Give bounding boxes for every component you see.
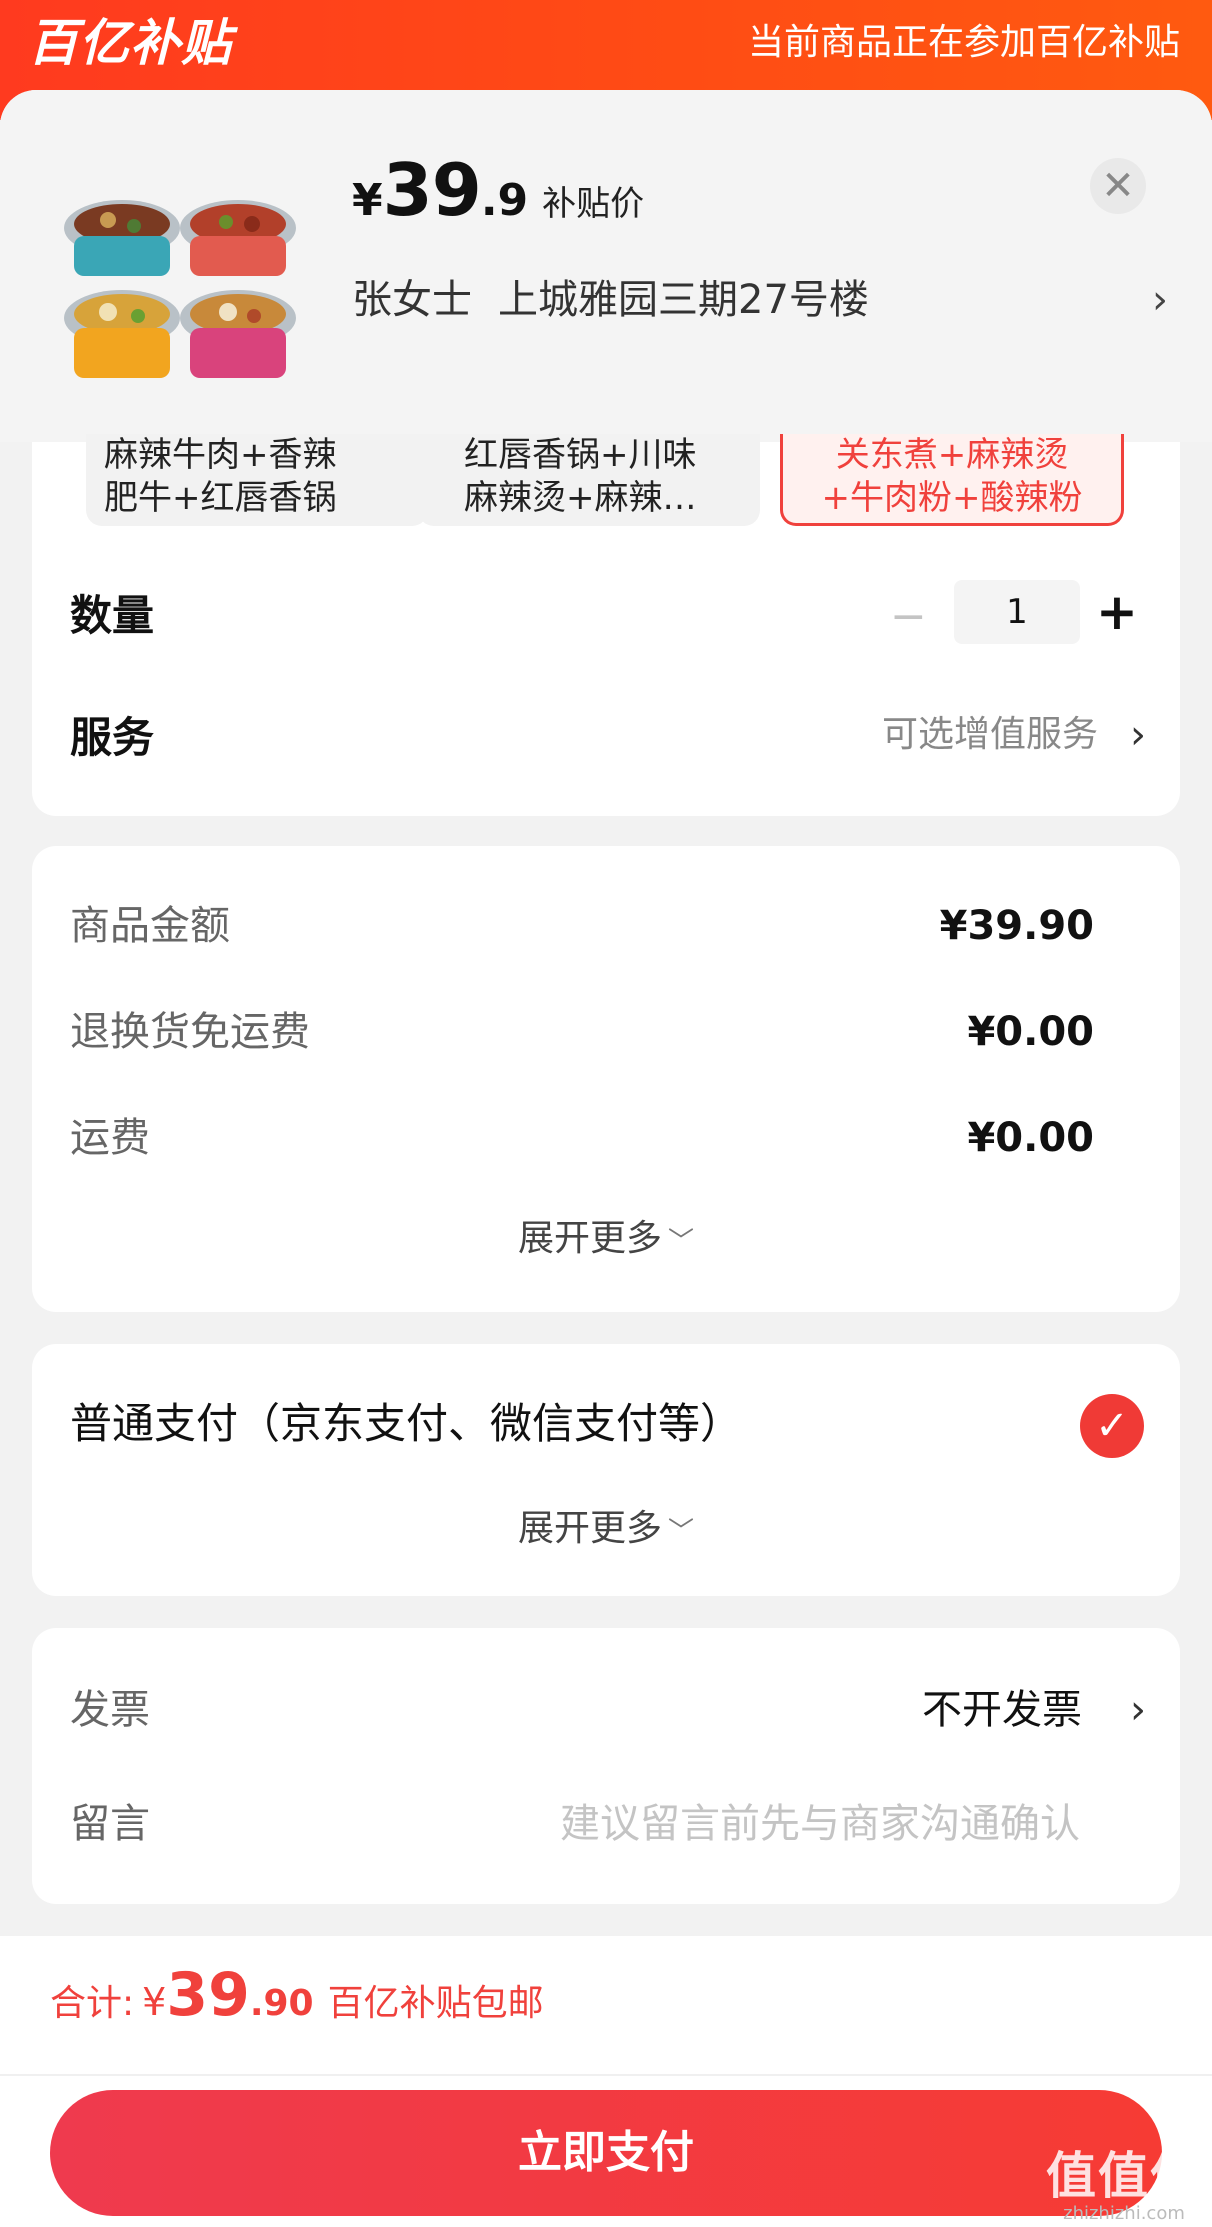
minus-icon[interactable]: − [890,592,927,642]
invoice-label: 发票 [70,1687,150,1733]
divider [0,2074,1212,2076]
message-label: 留言 [70,1801,150,1847]
amount-label: 退换货免运费 [70,1009,310,1055]
variant-text: 红唇香锅+川味 [464,435,697,475]
invoice-card: 发票 不开发票 › 留言 建议留言前先与商家沟通确认 [32,1628,1180,1904]
payment-method-label[interactable]: 普通支付（京东支付、微信支付等） [70,1394,742,1454]
subsidy-logo: 百亿补贴 [28,14,232,72]
total-symbol: ¥ [142,1980,167,2024]
bowl-1 [64,200,180,276]
total-decimal: .90 [249,1983,314,2024]
price-decimal: .9 [480,175,529,226]
expand-more-label: 展开更多 [517,1218,662,1259]
variant-option[interactable]: 红唇香锅+川味 麻辣烫+麻辣… [418,434,760,526]
total-label: 合计: [50,1983,135,2024]
total-integer: 39 [166,1960,250,2030]
chevron-right-icon[interactable]: › [1130,1682,1146,1738]
amount-value: ¥0.00 [967,1009,1094,1055]
expand-more-button[interactable]: 展开更多 ﹀ [32,1504,1180,1557]
plus-icon[interactable]: + [1096,584,1138,640]
chevron-right-icon[interactable]: › [1152,272,1168,328]
price-tag: 补贴价 [542,184,645,224]
amount-value: ¥0.00 [967,1115,1094,1161]
variant-option-selected[interactable]: 关东煮+麻辣烫 +牛肉粉+酸辣粉 [780,434,1124,526]
amount-value: ¥39.90 [939,903,1094,949]
options-card: 麻辣牛肉+香辣 肥牛+红唇香锅 红唇香锅+川味 麻辣烫+麻辣… 关东煮+麻辣烫 … [32,434,1180,816]
message-input[interactable]: 建议留言前先与商家沟通确认 [560,1796,1080,1852]
variant-text: 肥牛+红唇香锅 [104,478,337,518]
invoice-value[interactable]: 不开发票 [922,1682,1082,1738]
pay-now-button[interactable]: 立即支付 [50,2090,1162,2216]
product-image [64,200,296,378]
bowl-3 [64,290,180,378]
expand-more-label: 展开更多 [517,1508,662,1549]
recipient-name: 张女士 [352,277,472,323]
variant-text: +牛肉粉+酸辣粉 [821,478,1083,518]
payment-card: 普通支付（京东支付、微信支付等） ✓ 展开更多 ﹀ [32,1344,1180,1596]
subsidy-note: 当前商品正在参加百亿补贴 [747,22,1180,63]
chevron-right-icon[interactable]: › [1130,710,1146,760]
bowl-2 [180,200,296,276]
amount-label: 运费 [70,1115,150,1161]
total-note: 百亿补贴包邮 [327,1983,544,2024]
expand-more-button[interactable]: 展开更多 ﹀ [32,1214,1180,1267]
price-symbol: ¥ [352,175,383,226]
quantity-label: 数量 [70,591,155,640]
service-label: 服务 [70,713,155,762]
quantity-input[interactable]: 1 [954,580,1080,644]
bowl-4 [180,290,296,378]
amount-card: 商品金额 ¥39.90 退换货免运费 ¥0.00 运费 ¥0.00 展开更多 ﹀ [32,846,1180,1312]
shipping-address[interactable]: 张女士 上城雅园三期27号楼 [352,270,895,330]
variant-text: 关东煮+麻辣烫 [835,435,1069,475]
order-total: 合计: ¥ 39 .90 百亿补贴包邮 [50,1960,544,2056]
chevron-down-icon: ﹀ [668,1517,695,1547]
check-icon[interactable]: ✓ [1080,1394,1144,1458]
variant-text: 麻辣烫+麻辣… [464,478,697,518]
address-text: 上城雅园三期27号楼 [498,277,869,323]
watermark-url: zhizhizhi.com [1063,2203,1185,2224]
close-icon[interactable]: ✕ [1090,158,1146,214]
variant-text: 麻辣牛肉+香辣 [104,435,337,475]
subsidy-price: ¥ 39 .9 补贴价 [352,148,645,232]
variant-option[interactable]: 麻辣牛肉+香辣 肥牛+红唇香锅 [86,434,428,526]
service-value[interactable]: 可选增值服务 [882,710,1098,760]
watermark: 值值值 zhizhizhi.com [1046,2148,1202,2224]
price-integer: 39 [382,148,482,232]
amount-label: 商品金额 [70,903,230,949]
chevron-down-icon: ﹀ [668,1227,695,1257]
watermark-text: 值值值 [1046,2147,1202,2205]
